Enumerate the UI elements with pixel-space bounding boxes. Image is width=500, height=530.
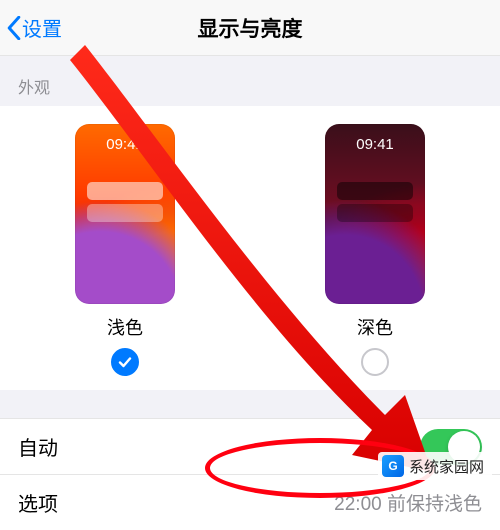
row-options[interactable]: 选项 22:00 前保持浅色 [0, 474, 500, 530]
chevron-left-icon [6, 16, 22, 40]
watermark-logo-icon: G [382, 455, 404, 477]
row-options-label: 选项 [18, 488, 58, 517]
page-title: 显示与亮度 [0, 13, 500, 43]
lock-notification-icon [87, 204, 163, 222]
theme-radio-dark[interactable] [361, 348, 389, 376]
lock-time: 09:41 [356, 136, 394, 153]
row-options-value: 22:00 前保持浅色 [334, 494, 482, 515]
row-auto-label: 自动 [18, 432, 58, 461]
back-label: 设置 [22, 13, 62, 42]
watermark-text: 系统家园网 [409, 456, 484, 477]
lock-notification-icon [337, 182, 413, 200]
check-icon [117, 354, 133, 370]
theme-preview-dark: 09:41 [325, 124, 425, 304]
nav-header: 设置 显示与亮度 [0, 0, 500, 56]
lock-notification-icon [337, 204, 413, 222]
lock-time: 09:41 [106, 136, 144, 153]
back-button[interactable]: 设置 [6, 13, 62, 42]
theme-name-dark: 深色 [357, 314, 393, 340]
theme-radio-light[interactable] [111, 348, 139, 376]
appearance-card: 09:41 浅色 09:41 深色 [0, 106, 500, 390]
theme-option-light[interactable]: 09:41 浅色 [45, 124, 205, 376]
watermark: G 系统家园网 [378, 452, 492, 480]
theme-option-dark[interactable]: 09:41 深色 [295, 124, 455, 376]
appearance-section-label: 外观 [0, 56, 500, 106]
theme-preview-light: 09:41 [75, 124, 175, 304]
theme-name-light: 浅色 [107, 314, 143, 340]
lock-notification-icon [87, 182, 163, 200]
